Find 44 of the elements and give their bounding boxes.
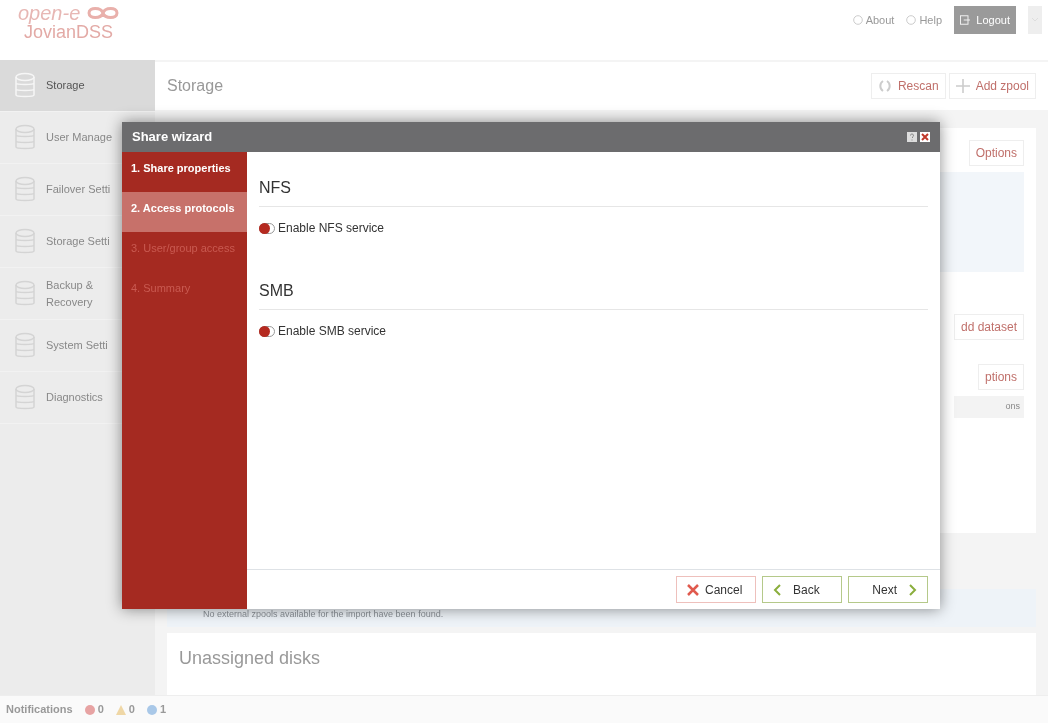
notification-count: 0 (97, 702, 104, 718)
toggle-switch[interactable] (259, 325, 275, 337)
warning-icon (115, 704, 126, 715)
database-icon (14, 71, 36, 100)
close-icon[interactable] (920, 132, 930, 142)
refresh-icon (877, 79, 892, 93)
infinity-logo-icon (86, 5, 121, 21)
back-button[interactable]: Back (762, 576, 842, 603)
notifications-label: Notifications (6, 702, 73, 718)
chevron-left-icon (773, 583, 781, 596)
chevron-right-icon (909, 583, 917, 596)
database-icon (14, 383, 36, 412)
notification-count: 1 (159, 702, 166, 718)
error-icon (84, 704, 95, 715)
notification-count: 0 (128, 702, 135, 718)
section-heading: NFS (259, 152, 928, 207)
add-dataset-button[interactable]: dd dataset (953, 314, 1024, 340)
table-cell: ons (954, 396, 1024, 418)
next-button[interactable]: Next (848, 576, 928, 603)
cancel-button[interactable]: Cancel (676, 576, 756, 603)
page-title: Storage (167, 76, 224, 96)
exit-icon (960, 15, 971, 25)
plus-icon (955, 79, 970, 93)
section-heading: SMB (259, 255, 928, 310)
database-icon (14, 175, 36, 204)
sidebar-item[interactable]: Storage (0, 60, 155, 112)
toggle-label: Enable SMB service (278, 323, 387, 340)
logout-button[interactable]: Logout (954, 6, 1016, 34)
toggle-switch[interactable] (259, 222, 275, 234)
options-button[interactable]: ptions (977, 364, 1024, 390)
options-button[interactable]: Options (968, 140, 1024, 166)
close-icon (687, 583, 699, 596)
database-icon (14, 279, 36, 308)
database-icon (14, 123, 36, 152)
toolbar-button[interactable]: Add zpool (948, 73, 1036, 99)
toolbar-button[interactable]: Rescan (870, 73, 946, 99)
header-link[interactable]: About (852, 11, 895, 29)
header-link[interactable]: Help (906, 11, 942, 29)
section-title: Unassigned disks (179, 648, 321, 668)
notice-message: No external zpools available for the import have been found. (203, 607, 444, 621)
toggle-label: Enable NFS service (278, 220, 385, 237)
database-icon (14, 227, 36, 256)
wizard-step[interactable]: 2. Access protocols (122, 192, 247, 232)
database-icon (14, 331, 36, 360)
